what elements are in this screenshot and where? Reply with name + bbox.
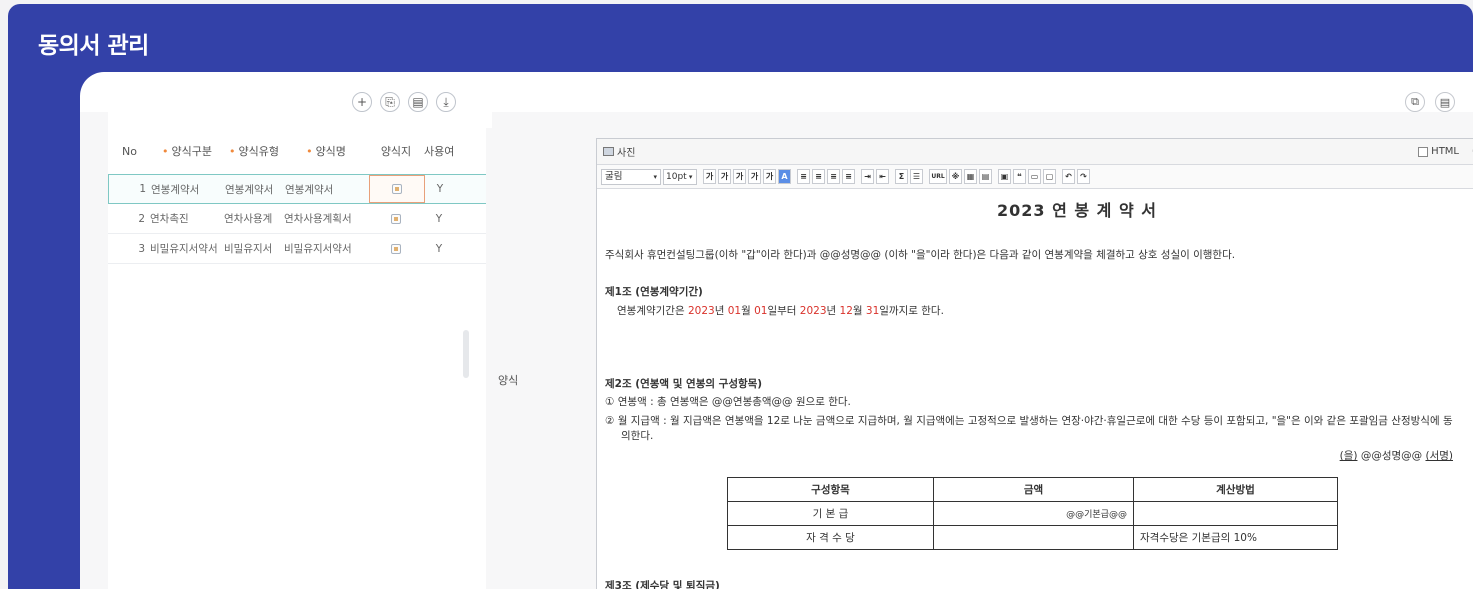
list-button[interactable]: ☰ [910,169,923,184]
article-1-text: 연봉계약기간은 2023년 01월 01일부터 2023년 12월 31일까지로… [617,305,944,317]
copy-button[interactable]: ⎘ [380,92,400,112]
box-button[interactable]: ▣ [998,169,1011,184]
media-button[interactable]: ▢ [1043,169,1056,184]
save-form-button[interactable]: ▤ [1435,92,1455,112]
font-color-button[interactable]: 가 [763,169,776,184]
html-toggle[interactable]: HTML [1418,146,1459,157]
form-file-icon[interactable] [391,243,401,254]
article-2-item-2: ② 월 지급액 : 월 지급액은 연봉액을 12로 나눈 금액으로 지급하며, … [605,415,1453,442]
align-justify-button[interactable]: ≡ [842,169,855,184]
strike-button[interactable]: 가 [748,169,761,184]
header-name[interactable]: • 양식명 [284,143,368,159]
chevron-down-icon: ▾ [653,172,657,181]
quote-button[interactable]: ❝ [1013,169,1026,184]
plus-icon: + [356,95,368,109]
table-row[interactable]: 2 연차촉진 연차사용계 연차사용계획서 Y [108,204,492,234]
table-header: No • 양식구분 • 양식유형 • 양식명 양식지 사용여 [108,128,492,174]
align-right-button[interactable]: ≡ [827,169,840,184]
header-use[interactable]: 사용여 [424,143,454,159]
form-label-column [486,128,596,589]
intro-paragraph: 주식회사 휴먼컨설팅그룹(이하 "갑"이라 한다)과 @@성명@@ (이하 "을… [605,249,1236,261]
form-file-icon[interactable] [391,213,401,224]
app-frame: 동의서 관리 + ⎘ ▤ ⤓ No • 양식구분 • 양식유형 • 양식명 양식지 사… [8,4,1473,589]
header-type[interactable]: • 양식구분 [150,143,224,159]
rich-text-editor[interactable]: 사진 HTML ⛶ 굴림▾ 10pt ▾ 가 가 가 가 가 A ≡ ≡ ≡ ≡ [596,138,1473,589]
hr-button[interactable]: ▤ [979,169,992,184]
form-list-panel: + ⎘ ▤ ⤓ No • 양식구분 • 양식유형 • 양식명 양식지 사용여 1 연봉… [108,72,492,589]
preview-button[interactable]: ⧉ [1405,92,1425,112]
save-icon: ▤ [412,95,424,109]
photo-tab[interactable]: 사진 [617,144,635,159]
redo-button[interactable]: ↷ [1077,169,1090,184]
table-row[interactable]: 3 비밀유지서약서 비밀유지서 비밀유지서약서 Y [108,234,492,264]
article-1-title: 제1조 (연봉계약기간) [605,286,703,298]
salary-component-table: 구성항목 금액 계산방법 기 본 급 @@기본급@@ 자 격 수 당 자격수당은… [727,477,1338,550]
table-button[interactable]: ▦ [964,169,977,184]
page-title: 동의서 관리 [38,33,149,59]
preview-icon: ⧉ [1411,95,1419,108]
font-size-select[interactable]: 10pt ▾ [663,168,697,185]
italic-button[interactable]: 가 [733,169,746,184]
download-button[interactable]: ⤓ [436,92,456,112]
form-field-label: 양식 [498,374,519,387]
underline-button[interactable]: 가 [718,169,731,184]
html-checkbox[interactable] [1418,146,1429,157]
save-button[interactable]: ▤ [408,92,428,112]
signature-line: (을) @@성명@@ (서명) [1339,450,1453,462]
image-button[interactable]: ▭ [1028,169,1041,184]
article-3-title: 제3조 (제수당 및 퇴직금) [605,580,720,589]
outdent-button[interactable]: ⇤ [876,169,889,184]
header-no: No [122,144,137,158]
content-area: + ⎘ ▤ ⤓ No • 양식구분 • 양식유형 • 양식명 양식지 사용여 1 연봉… [80,72,1473,589]
panel-resize-handle[interactable] [463,330,469,378]
add-button[interactable]: + [352,92,372,112]
align-left-button[interactable]: ≡ [797,169,810,184]
highlight-button[interactable]: A [778,169,791,184]
header-kind[interactable]: • 양식유형 [224,143,284,159]
special-char-button[interactable]: ※ [949,169,962,184]
copy-icon: ⎘ [385,94,395,109]
chevron-down-icon: ▾ [686,172,693,181]
editor-tab-row: 사진 HTML ⛶ [597,139,1473,165]
url-button[interactable]: URL [929,169,947,184]
form-cell[interactable] [369,175,425,203]
indent-button[interactable]: ⇥ [861,169,874,184]
table-row[interactable]: 1 연봉계약서 연봉계약서 연봉계약서 Y [108,174,492,204]
picture-icon[interactable] [603,147,614,156]
bold-button[interactable]: 가 [703,169,716,184]
save-icon: ▤ [1439,95,1451,109]
form-file-icon[interactable] [392,184,402,194]
align-center-button[interactable]: ≡ [812,169,825,184]
font-select[interactable]: 굴림 ▾ [601,168,661,185]
article-2-item-1: ① 연봉액 : 총 연봉액은 @@연봉총액@@ 원으로 한다. [605,396,851,408]
form-cell[interactable] [368,234,424,263]
form-table: No • 양식구분 • 양식유형 • 양식명 양식지 사용여 1 연봉계약서 연봉계약… [108,128,492,264]
editor-toolbar: 굴림 ▾ 10pt ▾ 가 가 가 가 가 A ≡ ≡ ≡ ≡ ⇥ ⇤ Σ ☰ U… [597,165,1473,189]
undo-button[interactable]: ↶ [1062,169,1075,184]
form-cell[interactable] [368,204,424,233]
document-title: 2023 연 봉 계 약 서 [997,201,1157,220]
download-icon: ⤓ [443,94,449,109]
document-body[interactable]: 2023 연 봉 계 약 서 주식회사 휴먼컨설팅그룹(이하 "갑"이라 한다)… [597,191,1467,589]
header-form[interactable]: 양식지 [368,128,424,174]
article-2-title: 제2조 (연봉액 및 연봉의 구성항목) [605,378,763,390]
line-height-button[interactable]: Σ [895,169,908,184]
